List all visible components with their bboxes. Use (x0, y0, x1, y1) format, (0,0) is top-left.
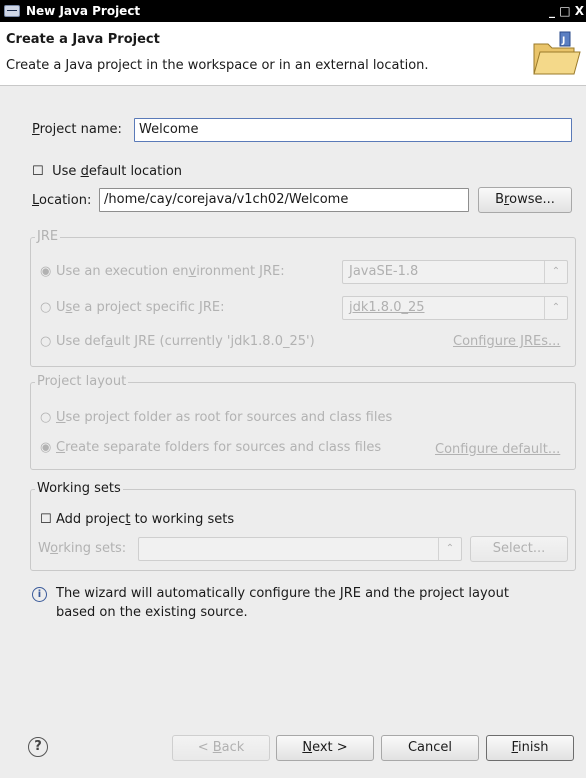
app-icon (4, 5, 20, 17)
layout-option-project-root[interactable]: ○ Use project folder as root for sources … (40, 410, 392, 425)
jre-group-title: JRE (35, 229, 61, 245)
radio-unselected-icon: ○ (40, 300, 52, 315)
window-title: New Java Project (26, 4, 141, 18)
project-name-input[interactable]: Welcome (134, 118, 572, 142)
working-sets-label: Working sets: (38, 541, 127, 556)
location-label: Location: (32, 193, 92, 208)
wizard-description: Create a Java project in the workspace o… (6, 58, 429, 73)
working-sets-group-title: Working sets (35, 481, 123, 497)
add-to-working-sets-checkbox[interactable]: ☐ Add project to working sets (40, 512, 234, 527)
wizard-header: Create a Java Project Create a Java proj… (0, 22, 586, 86)
configure-default-link[interactable]: Configure default... (435, 442, 560, 457)
combo-arrow-icon: ⌃ (438, 538, 461, 560)
back-button[interactable]: < Back (172, 735, 270, 761)
select-working-sets-button[interactable]: Select... (470, 536, 568, 562)
jre-option-default[interactable]: ○ Use default JRE (currently 'jdk1.8.0_25… (40, 334, 315, 349)
cancel-button[interactable]: Cancel (381, 735, 479, 761)
info-message-line2: based on the existing source. (56, 605, 248, 620)
jre-option-execution-env[interactable]: ◉ Use an execution environment JRE: (40, 264, 285, 279)
java-folder-icon: J (533, 31, 581, 75)
working-sets-combo[interactable]: ⌃ (138, 537, 462, 561)
info-icon: i (32, 587, 47, 602)
jre-option-project-specific[interactable]: ○ Use a project specific JRE: (40, 300, 225, 315)
use-default-location-checkbox[interactable]: ☐ Use default location (32, 164, 182, 179)
wizard-title: Create a Java Project (6, 32, 160, 47)
combo-arrow-icon: ⌃ (544, 261, 567, 283)
layout-option-separate-folders[interactable]: ◉ Create separate folders for sources and… (40, 440, 381, 455)
finish-button[interactable]: Finish (486, 735, 574, 761)
location-input[interactable]: /home/cay/corejava/v1ch02/Welcome (99, 188, 469, 212)
help-icon[interactable]: ? (28, 737, 48, 757)
project-layout-group-title: Project layout (35, 374, 129, 390)
configure-jres-link[interactable]: Configure JREs... (453, 334, 560, 349)
next-button[interactable]: Next > (276, 735, 374, 761)
checkbox-icon: ☐ (32, 164, 44, 179)
browse-button[interactable]: Browse... (478, 187, 572, 213)
radio-selected-icon: ◉ (40, 264, 52, 279)
svg-text:J: J (561, 36, 565, 46)
title-bar: New Java Project _ □ X (0, 0, 586, 22)
info-message-line1: The wizard will automatically configure … (56, 586, 509, 601)
window-controls[interactable]: _ □ X (549, 0, 586, 22)
checkbox-icon: ☐ (40, 512, 52, 527)
radio-unselected-icon: ○ (40, 334, 52, 349)
combo-arrow-icon: ⌃ (544, 297, 567, 319)
radio-unselected-icon: ○ (40, 410, 52, 425)
radio-selected-icon: ◉ (40, 440, 52, 455)
project-name-label: Project name: (32, 122, 122, 137)
execution-env-combo[interactable]: JavaSE-1.8 ⌃ (342, 260, 568, 284)
project-specific-jre-combo[interactable]: jdk1.8.0_25 ⌃ (342, 296, 568, 320)
